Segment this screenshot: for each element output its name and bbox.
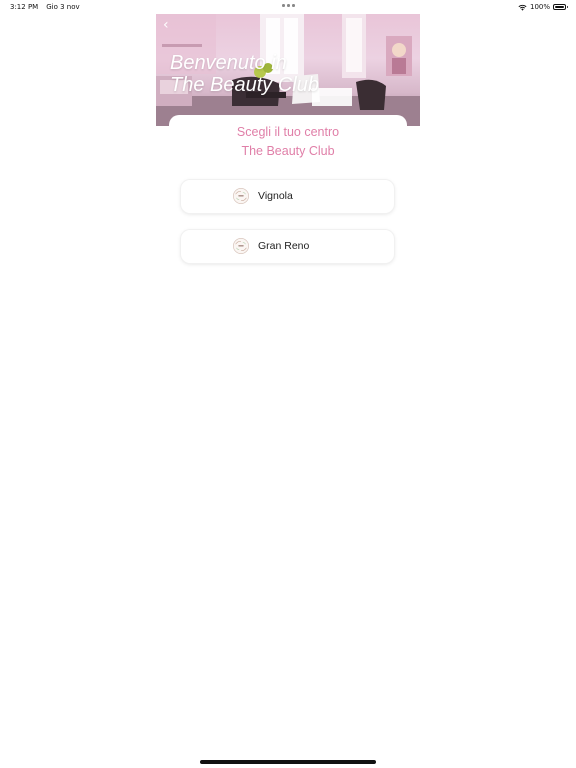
hero-banner: ‹ Benvenuto in The Beauty Club <box>156 14 420 126</box>
beauty-club-logo-icon <box>232 187 250 205</box>
multitasking-dots-icon[interactable] <box>282 4 296 7</box>
hero-title-line-1: Benvenuto in <box>170 52 287 74</box>
center-label-gran-reno: Gran Reno <box>258 240 310 252</box>
hero-title: Benvenuto in The Beauty Club <box>170 52 319 96</box>
home-indicator[interactable] <box>200 760 376 764</box>
center-label-vignola: Vignola <box>258 190 293 202</box>
status-bar: 3:12 PM Gio 3 nov 100% <box>0 0 576 14</box>
hero-title-line-2: The Beauty Club <box>170 74 319 96</box>
status-right: 100% <box>518 2 568 12</box>
wifi-icon <box>518 4 527 11</box>
status-date: Gio 3 nov <box>46 3 80 11</box>
status-left: 3:12 PM Gio 3 nov <box>10 3 80 11</box>
center-button-gran-reno[interactable]: Gran Reno <box>181 230 394 263</box>
app-screen: 3:12 PM Gio 3 nov 100% ‹ Benvenuto in Th… <box>0 0 576 768</box>
center-button-vignola[interactable]: Vignola <box>181 180 394 213</box>
subtitle-line-1: Scegli il tuo centro <box>236 125 340 139</box>
battery-percentage: 100% <box>529 3 550 11</box>
status-time: 3:12 PM <box>10 3 39 11</box>
beauty-club-logo-icon <box>232 237 250 255</box>
choose-center-subtitle: Scegli il tuo centro The Beauty Club <box>0 123 576 161</box>
battery-icon <box>553 4 568 10</box>
back-button[interactable]: ‹ <box>163 18 169 32</box>
subtitle-line-2: The Beauty Club <box>241 144 335 158</box>
